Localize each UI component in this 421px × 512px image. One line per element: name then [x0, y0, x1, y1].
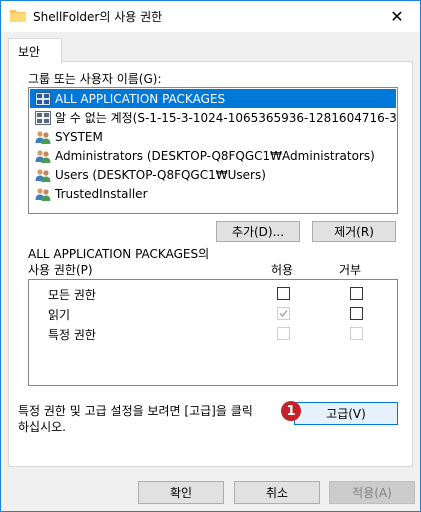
users-icon — [35, 168, 51, 182]
users-icon — [35, 130, 51, 144]
close-button[interactable]: ✕ — [374, 1, 420, 32]
ok-button[interactable]: 확인 — [138, 481, 224, 504]
add-button[interactable]: 추가(D)... — [216, 221, 300, 242]
principals-list[interactable]: ALL APPLICATION PACKAGES 알 수 없는 계정(S-1-15… — [28, 87, 398, 214]
security-panel: 그룹 또는 사용자 이름(G): ALL APPLICATION PACKAGE… — [8, 61, 413, 467]
allow-checkbox[interactable] — [277, 327, 290, 340]
permission-label: 특정 권한 — [48, 328, 96, 342]
unknown-account-icon — [35, 110, 51, 125]
tab-security-label: 보안 — [18, 45, 41, 59]
allow-column-header: 허용 — [271, 263, 294, 277]
permission-label: 읽기 — [48, 308, 71, 322]
principal-item[interactable]: Administrators (DESKTOP-Q8FQGC1₩Administ… — [30, 146, 396, 165]
principal-item[interactable]: TrustedInstaller — [30, 184, 396, 203]
cancel-button[interactable]: 취소 — [234, 481, 320, 504]
perm-title-line1: ALL APPLICATION PACKAGES의 — [28, 247, 210, 261]
users-icon — [35, 149, 51, 163]
permission-label: 모든 권한 — [48, 288, 96, 302]
principal-name: ALL APPLICATION PACKAGES — [55, 91, 226, 106]
annotation-badge: 1 — [281, 401, 301, 421]
permissions-list: 모든 권한읽기특정 권한 — [28, 279, 398, 386]
users-icon — [35, 187, 51, 201]
group-user-label: 그룹 또는 사용자 이름(G): — [28, 72, 162, 86]
window-title: ShellFolder의 사용 권한 — [33, 10, 163, 24]
principal-item[interactable]: 알 수 없는 계정(S-1-15-3-1024-1065365936-12816… — [30, 108, 396, 127]
perm-title-line2: 사용 권한(P) — [28, 263, 93, 277]
deny-checkbox[interactable] — [350, 287, 363, 300]
deny-column-header: 거부 — [339, 263, 362, 277]
advanced-button[interactable]: 고급(V) — [294, 402, 398, 425]
app-packages-icon — [35, 91, 51, 106]
permissions-dialog: ShellFolder의 사용 권한 ✕ 보안 그룹 또는 사용자 이름(G):… — [0, 0, 421, 512]
principal-item[interactable]: Users (DESKTOP-Q8FQGC1₩Users) — [30, 165, 396, 184]
title-bar[interactable]: ShellFolder의 사용 권한 ✕ — [1, 1, 420, 32]
principal-name: TrustedInstaller — [55, 186, 148, 201]
allow-checkbox[interactable] — [277, 307, 290, 320]
deny-checkbox[interactable] — [350, 327, 363, 340]
principal-item[interactable]: ALL APPLICATION PACKAGES — [30, 89, 396, 108]
principal-name: 알 수 없는 계정(S-1-15-3-1024-1065365936-12816… — [55, 111, 396, 125]
deny-checkbox[interactable] — [350, 307, 363, 320]
allow-checkbox[interactable] — [277, 287, 290, 300]
tab-security[interactable]: 보안 — [8, 38, 62, 63]
principal-item[interactable]: SYSTEM — [30, 127, 396, 146]
apply-button[interactable]: 적용(A) — [329, 481, 415, 504]
folder-icon — [10, 10, 26, 22]
advanced-hint-line1: 특정 권한 및 고급 설정을 보려면 [고급]을 클릭 — [18, 404, 253, 418]
remove-button[interactable]: 제거(R) — [312, 221, 396, 242]
advanced-hint-line2: 하십시오. — [18, 420, 66, 434]
principal-name: Administrators (DESKTOP-Q8FQGC1₩Administ… — [55, 148, 375, 163]
principal-name: Users (DESKTOP-Q8FQGC1₩Users) — [55, 167, 266, 182]
principal-name: SYSTEM — [55, 129, 103, 144]
